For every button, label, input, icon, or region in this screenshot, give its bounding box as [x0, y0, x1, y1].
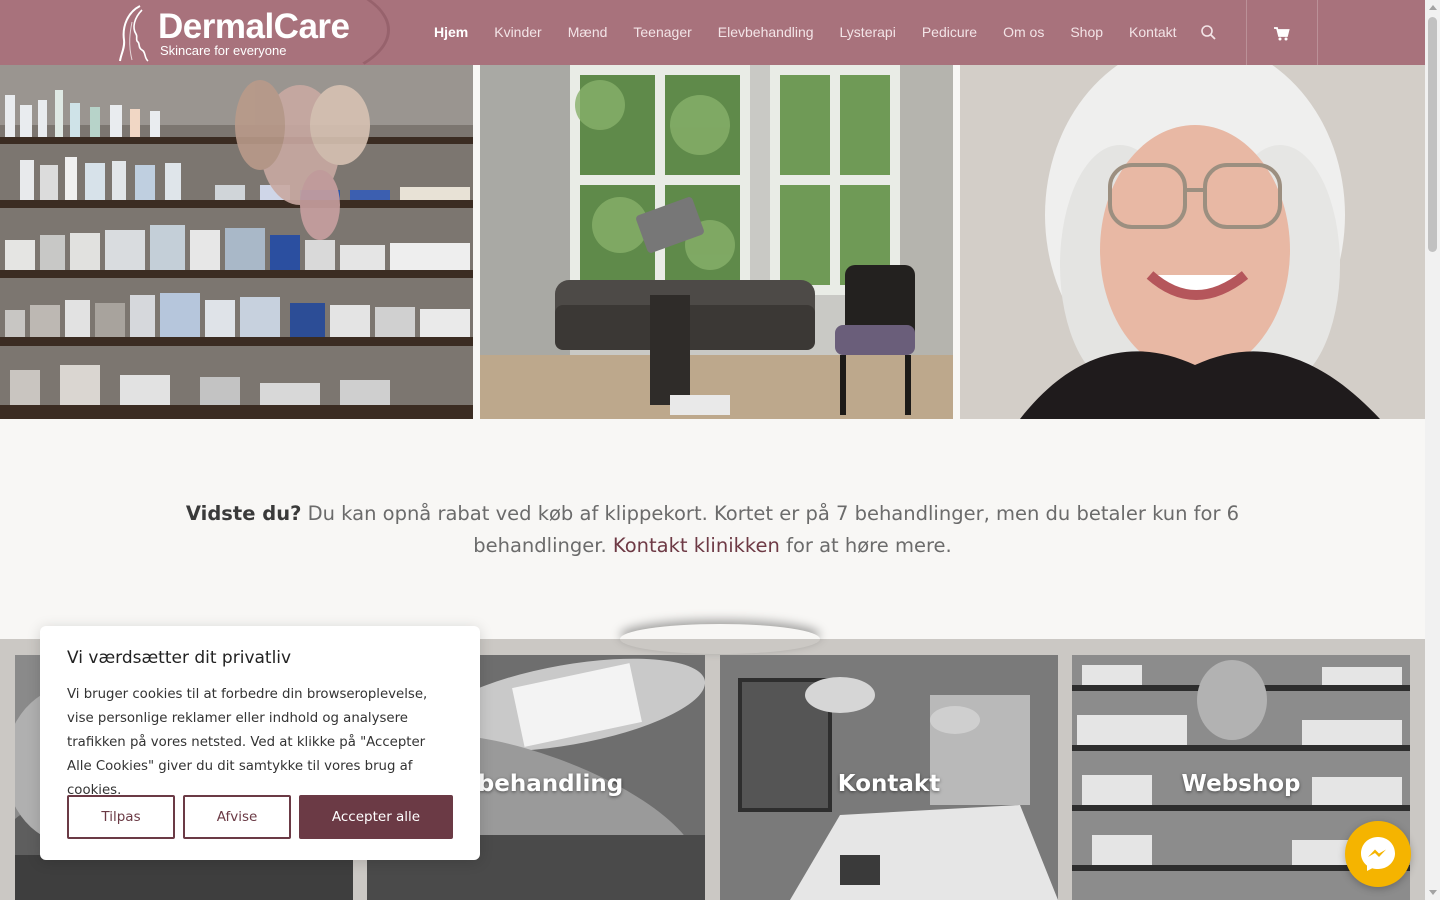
cookie-consent-dialog: Vi værdsætter dit privatliv Vi bruger co…	[40, 626, 480, 860]
nav-item-lysterapi[interactable]: Lysterapi	[827, 0, 909, 65]
cookie-text: Vi bruger cookies til at forbedre din br…	[67, 687, 428, 798]
logo[interactable]: DermalCare Skincare for everyone	[118, 4, 378, 62]
cookie-title: Vi værdsætter dit privatliv	[67, 648, 292, 668]
nav-item-kvinder[interactable]: Kvinder	[481, 0, 554, 65]
nav-item-pedicure[interactable]: Pedicure	[909, 0, 990, 65]
logo-tagline: Skincare for everyone	[160, 43, 287, 58]
tile-webshop-title: Webshop	[1181, 771, 1301, 797]
info-lead: Vidste du?	[185, 502, 302, 525]
scroll-down-arrow-icon[interactable]	[1429, 890, 1437, 895]
nav-item-shop[interactable]: Shop	[1057, 0, 1116, 65]
info-tail: for at høre mere.	[779, 534, 952, 557]
nav-item-teenager[interactable]: Teenager	[620, 0, 704, 65]
tile-kontakt[interactable]: Kontakt	[720, 655, 1058, 900]
logo-face-icon	[119, 5, 149, 62]
main-nav: Hjem Kvinder Mænd Teenager Elevbehandlin…	[421, 0, 1190, 65]
site-header: DermalCare Skincare for everyone Hjem Kv…	[0, 0, 1425, 65]
cart-icon[interactable]	[1270, 22, 1292, 44]
scroll-thumb[interactable]	[1428, 17, 1437, 252]
nav-item-hjem[interactable]: Hjem	[421, 0, 481, 65]
page-scrollbar[interactable]	[1425, 0, 1440, 900]
scroll-up-arrow-icon[interactable]	[1429, 5, 1437, 10]
nav-divider	[1246, 0, 1247, 65]
customize-button[interactable]: Tilpas	[67, 795, 175, 839]
hero-image-portrait	[960, 65, 1425, 419]
section-shadow	[620, 624, 820, 654]
hero-image-treatment-room	[480, 65, 953, 419]
nav-item-elevbehandling[interactable]: Elevbehandling	[705, 0, 827, 65]
messenger-icon	[1361, 837, 1395, 871]
cookie-buttons: Tilpas Afvise Accepter alle	[67, 795, 453, 839]
search-icon[interactable]	[1198, 22, 1220, 44]
discount-info: Vidste du? Du kan opnå rabat ved køb af …	[180, 498, 1245, 562]
reject-button[interactable]: Afvise	[183, 795, 291, 839]
logo-name: DermalCare	[158, 7, 350, 46]
nav-divider	[1317, 0, 1318, 65]
accept-all-button[interactable]: Accepter alle	[299, 795, 453, 839]
hero-image-product-shelves	[0, 65, 473, 419]
nav-item-maend[interactable]: Mænd	[555, 0, 621, 65]
tile-kontakt-title: Kontakt	[837, 771, 941, 797]
contact-clinic-link[interactable]: Kontakt klinikken	[613, 534, 780, 557]
messenger-chat-button[interactable]	[1345, 821, 1411, 887]
nav-item-om-os[interactable]: Om os	[990, 0, 1057, 65]
nav-item-kontakt[interactable]: Kontakt	[1116, 0, 1189, 65]
